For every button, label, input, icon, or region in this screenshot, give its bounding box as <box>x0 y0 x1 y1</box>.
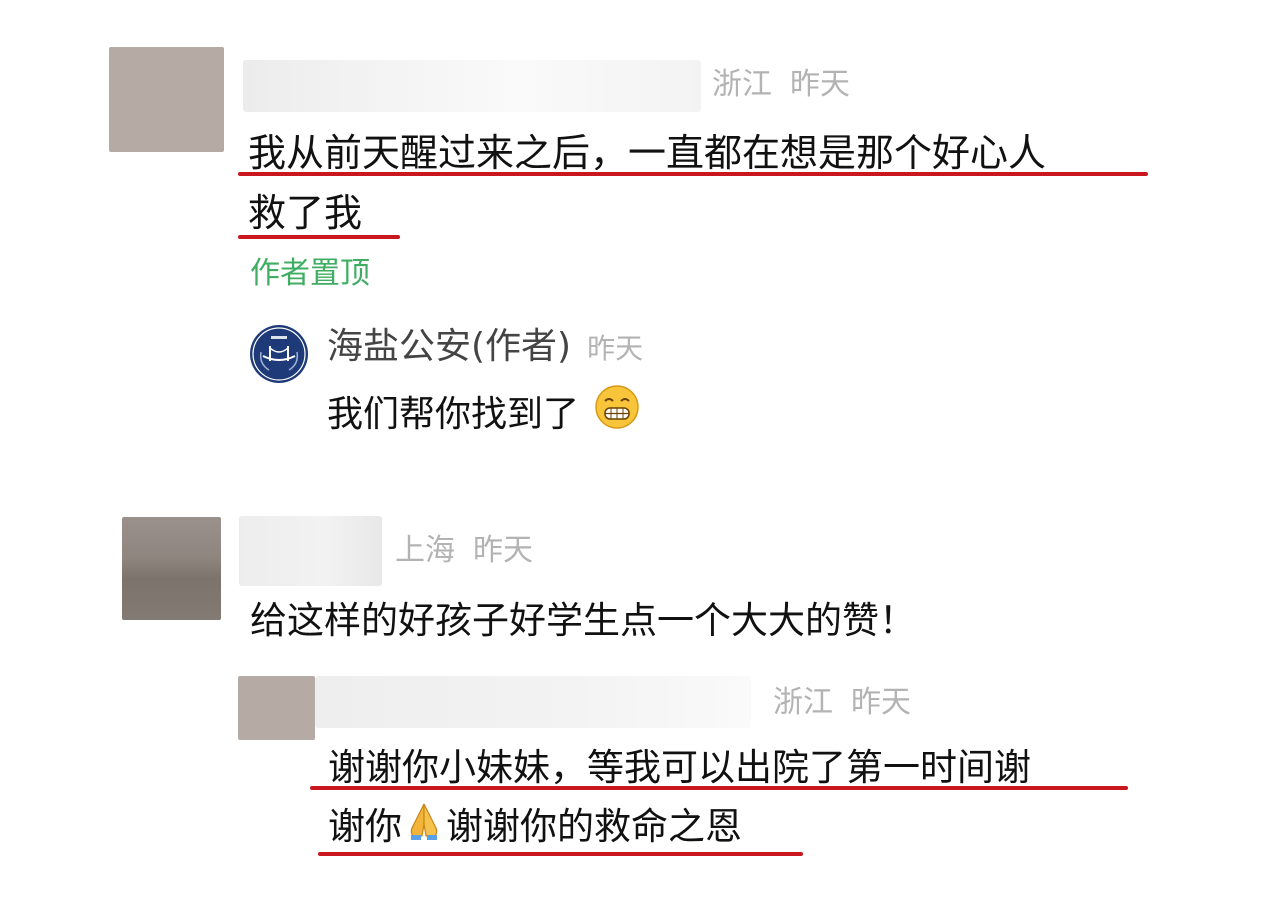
highlight-underline <box>238 172 1148 176</box>
comment-time: 昨天 <box>473 533 533 568</box>
username-blurred[interactable] <box>243 60 701 112</box>
reply-text-part: 谢谢你的救命之恩 <box>446 805 742 848</box>
reply-time: 昨天 <box>587 332 644 365</box>
comment-meta: 上海 昨天 <box>395 533 533 569</box>
highlight-underline <box>318 852 803 856</box>
police-badge-icon <box>250 325 308 383</box>
highlight-underline <box>310 786 1128 790</box>
pinned-label: 作者置顶 <box>250 256 370 291</box>
comment-meta: 浙江 昨天 <box>712 67 850 103</box>
comment-text: 给这样的好孩子好学生点一个大大的赞！ <box>250 599 916 642</box>
reply-time: 昨天 <box>851 685 911 720</box>
avatar[interactable] <box>109 47 224 152</box>
reply-text-line: 谢你 谢谢你的救命之恩 <box>328 798 742 859</box>
reply-header: 海盐公安(作者) 昨天 <box>327 325 643 371</box>
author-name[interactable]: 海盐公安(作者) <box>327 326 571 367</box>
comment-location: 上海 <box>395 533 455 568</box>
highlight-underline <box>238 235 400 239</box>
comment-location: 浙江 <box>712 67 772 102</box>
username-blurred[interactable] <box>239 516 382 586</box>
username-blurred[interactable] <box>315 676 751 728</box>
reply-text-part: 谢你 <box>328 805 402 848</box>
folded-hands-icon <box>402 798 446 859</box>
reply-location: 浙江 <box>773 685 833 720</box>
grinning-face-icon <box>594 384 640 448</box>
reply-meta: 浙江 昨天 <box>773 685 911 721</box>
avatar[interactable] <box>238 676 315 740</box>
reply-text: 我们帮你找到了 <box>327 384 640 448</box>
avatar[interactable] <box>122 517 221 620</box>
author-avatar[interactable] <box>249 324 309 384</box>
reply-text-content: 我们帮你找到了 <box>327 394 580 435</box>
comment-time: 昨天 <box>790 67 850 102</box>
